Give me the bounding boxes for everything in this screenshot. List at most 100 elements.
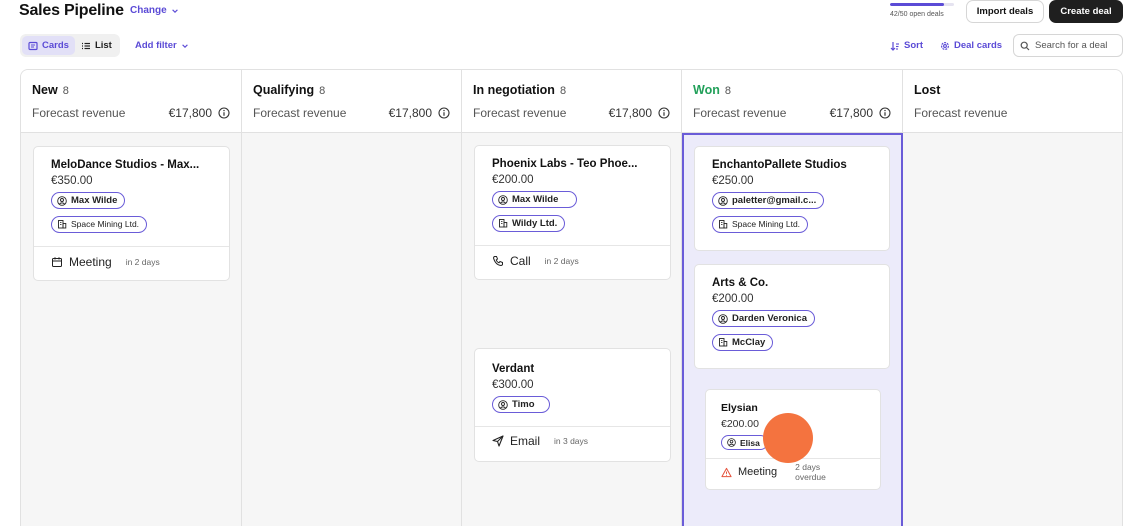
change-label: Change [130,5,167,16]
view-list-label: List [94,40,112,51]
deal-card-phoenix[interactable]: Phoenix Labs - Teo Phoe... €200.00 Max W… [474,145,671,280]
forecast-row: Forecast revenue €17,800 [253,106,450,120]
organization-chip[interactable]: McClay [712,333,774,351]
person-icon [718,313,728,324]
card-body: Phoenix Labs - Teo Phoe... €200.00 Max W… [475,146,670,233]
column-count: 8 [724,85,731,97]
deal-name: EnchantoPallete Studios [712,159,847,171]
forecast-label: Forecast revenue [253,106,347,120]
person-icon [498,399,508,410]
view-toggle: Cards List [20,34,120,57]
activity-type: Meeting [69,254,112,269]
contact-name: Max Wilde [512,194,559,205]
building-icon [718,219,728,229]
card-activity[interactable]: Email in 3 days [475,425,670,456]
add-filter-label: Add filter [135,40,177,51]
organization-name: Space Mining Ltd. [71,219,140,229]
due-status: overdue [795,472,826,482]
contact-name: Elisa [740,437,760,448]
import-deals-button[interactable]: Import deals [966,0,1044,23]
forecast-amount: €17,800 [168,106,212,120]
activity-due: in 2 days [544,255,579,266]
column-header: Lost Forecast revenue [903,70,1122,133]
chevron-down-icon [181,42,189,50]
progress-track [890,3,954,6]
send-icon [492,435,504,447]
deal-name: MeloDance Studios - Max... [51,159,200,171]
contact-chip[interactable]: Elisa [721,435,768,450]
deal-amount: €250.00 [712,175,754,187]
column-name: Won [693,83,720,97]
info-icon[interactable] [218,107,230,119]
organization-chip[interactable]: Space Mining Ltd. [712,215,809,233]
column-header: Won 8 Forecast revenue €17,800 [682,70,902,133]
activity-due: in 2 days [125,256,160,267]
column-title: In negotiation 8 [473,83,670,97]
view-cards-label: Cards [42,40,69,51]
forecast-amount-group: €17,800 [169,106,230,120]
column-title: Won 8 [693,83,891,97]
forecast-row: Forecast revenue €17,800 [693,106,891,120]
contact-chip[interactable]: paletter@gmail.c... [712,192,825,209]
deal-card-arts[interactable]: Arts & Co. €200.00 Darden Veronica McCla… [694,264,890,369]
forecast-label: Forecast revenue [473,106,567,120]
person-icon [727,438,736,447]
deal-amount: €200.00 [712,293,754,305]
forecast-amount: €17,800 [608,106,652,120]
deal-cards-settings-button[interactable]: Deal cards [940,40,1002,51]
info-icon[interactable] [879,107,891,119]
contact-chip[interactable]: Max Wilde [51,192,126,209]
forecast-row: Forecast revenue €17,800 [473,106,670,120]
gear-icon [940,41,950,51]
view-list-button[interactable]: List [75,36,118,55]
create-deal-button[interactable]: Create deal [1049,0,1123,23]
change-pipeline-button[interactable]: Change [130,5,179,16]
search-box[interactable] [1013,34,1123,57]
sort-button[interactable]: Sort [890,40,923,51]
deal-card-melodance[interactable]: MeloDance Studios - Max... €350.00 Max W… [33,146,230,281]
card-activity[interactable]: Meeting in 2 days [34,246,229,276]
organization-chip[interactable]: Space Mining Ltd. [51,215,148,233]
deal-amount: €300.00 [492,379,534,391]
column-new: New 8 Forecast revenue €17,800 [21,70,242,526]
contact-chip[interactable]: Timo [492,396,550,413]
sort-icon [890,41,900,51]
contact-name: Max Wilde [71,195,118,206]
building-icon [57,219,67,229]
calendar-icon [51,256,63,268]
forecast-label: Forecast revenue [693,106,787,120]
deal-card-enchanto[interactable]: EnchantoPallete Studios €250.00 paletter… [694,146,890,251]
contact-chip[interactable]: Darden Veronica [712,310,815,327]
add-filter-button[interactable]: Add filter [135,40,189,51]
view-cards-button[interactable]: Cards [22,36,75,55]
activity-due: 2 days overdue [795,462,826,482]
contact-name: Timo [512,399,535,410]
info-icon[interactable] [658,107,670,119]
forecast-label: Forecast revenue [32,106,126,120]
column-header: Qualifying 8 Forecast revenue €17,800 [242,70,461,133]
pipeline-board: New 8 Forecast revenue €17,800 Qualifying… [20,69,1123,526]
organization-chip[interactable]: Wildy Ltd. [492,214,566,232]
contact-name: paletter@gmail.c... [732,195,817,206]
deal-card-verdant[interactable]: Verdant €300.00 Timo Email in 3 days [474,348,671,462]
chevron-down-icon [171,7,179,15]
forecast-label: Forecast revenue [914,106,1008,120]
deal-amount: €200.00 [492,174,534,186]
deal-amount: €350.00 [51,175,93,187]
column-name: Lost [914,83,941,97]
column-title: Lost [914,83,1113,97]
column-name: In negotiation [473,83,555,97]
column-lost: Lost Forecast revenue [903,70,1122,526]
forecast-amount-group: €17,800 [389,106,450,120]
column-qualifying: Qualifying 8 Forecast revenue €17,800 [242,70,462,526]
cards-icon [28,41,38,51]
search-input[interactable] [1035,40,1119,51]
card-activity[interactable]: Call in 2 days [475,245,670,275]
open-deals-progress: 42/50 open deals [890,3,954,18]
person-icon [57,195,67,206]
column-count: 8 [559,85,567,97]
card-body: Arts & Co. €200.00 Darden Veronica McCla… [695,265,889,352]
info-icon[interactable] [438,107,450,119]
contact-chip[interactable]: Max Wilde [492,191,578,208]
due-days: 2 days [795,462,821,472]
